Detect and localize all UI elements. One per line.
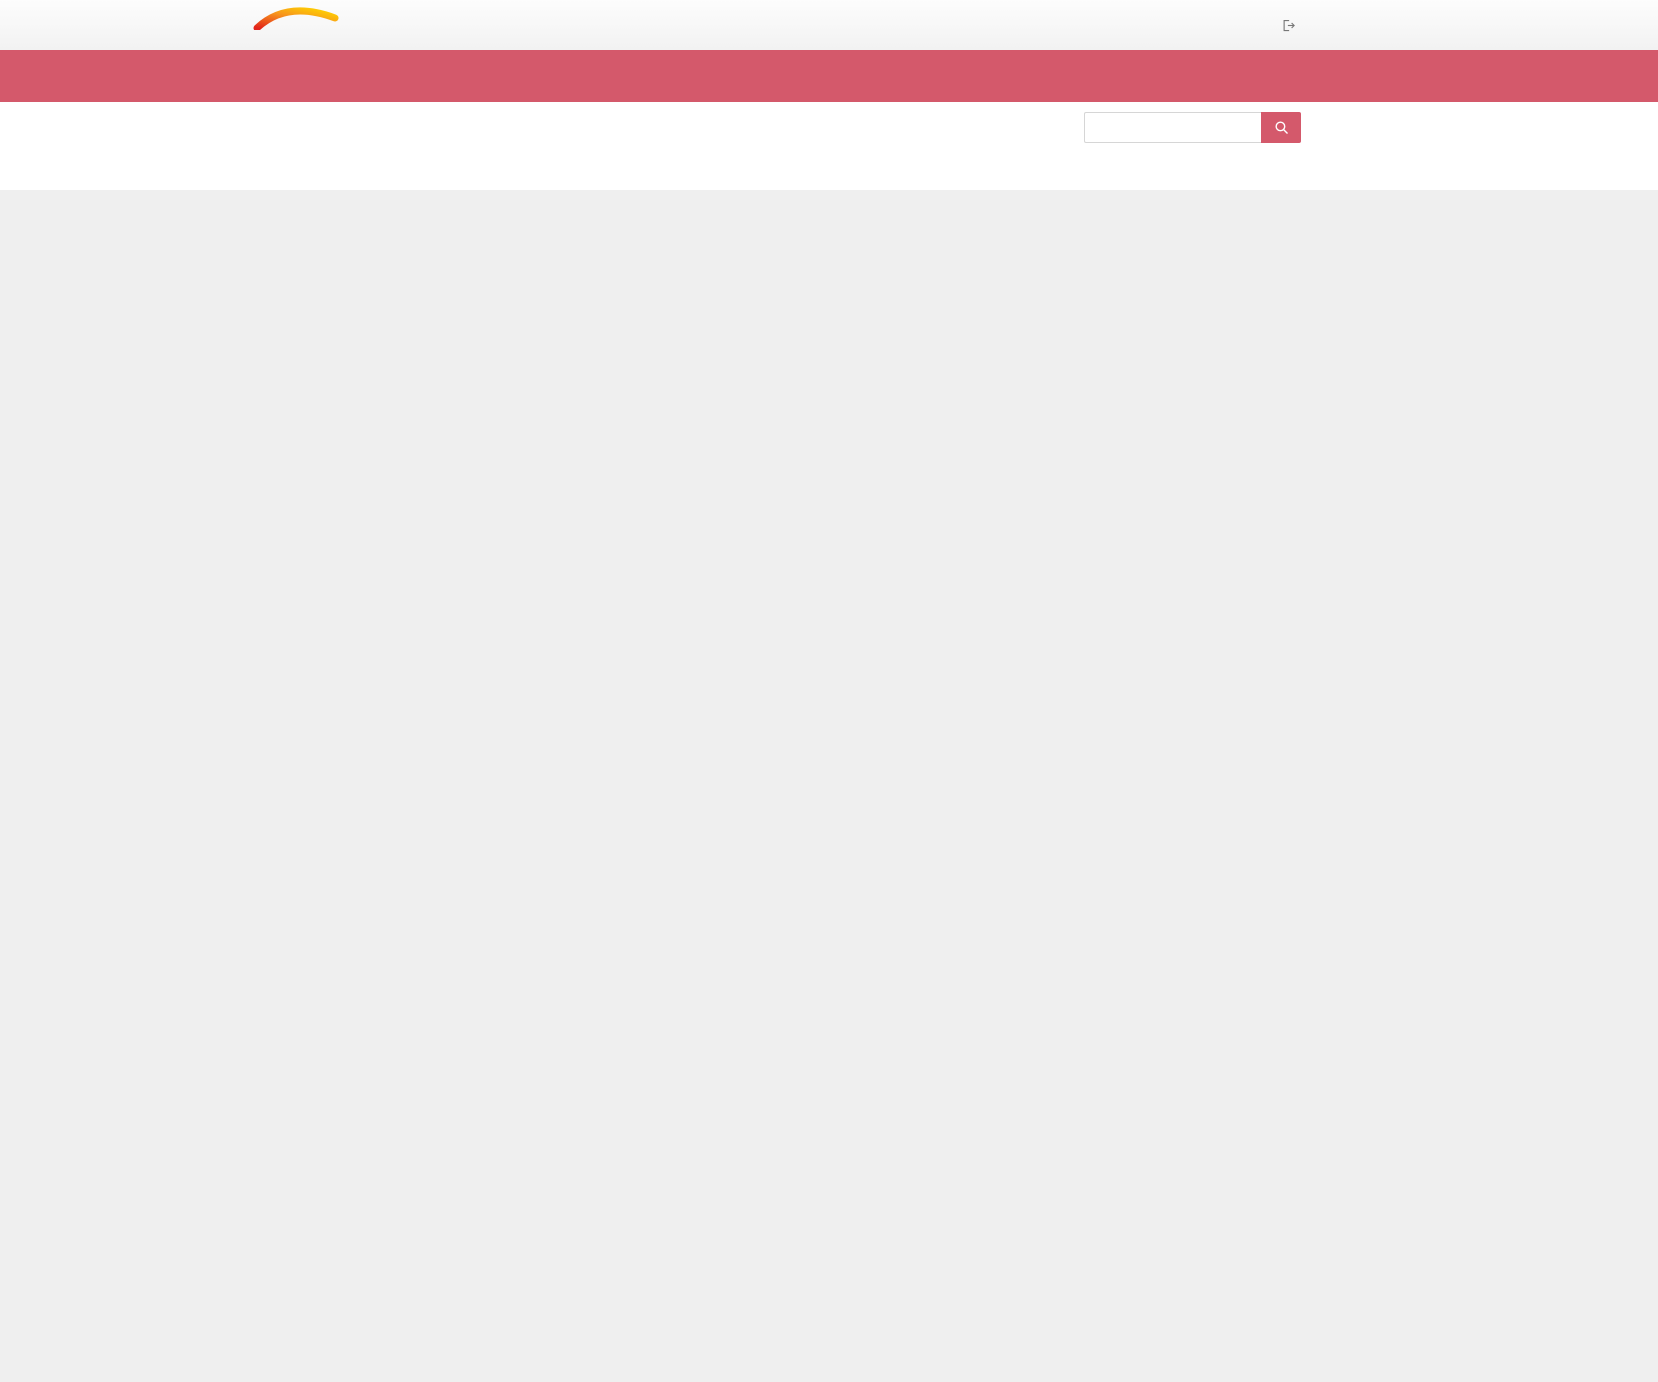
- search-button[interactable]: [1261, 112, 1301, 143]
- search-input[interactable]: [1084, 112, 1261, 143]
- filters: [257, 152, 1301, 190]
- search-box: [1084, 112, 1301, 143]
- page: [0, 0, 1658, 1382]
- topbar-links: [1215, 18, 1301, 33]
- main-area: [0, 190, 1658, 322]
- logout-button[interactable]: [1281, 18, 1301, 33]
- logout-icon: [1281, 18, 1296, 33]
- main-nav: [0, 50, 1658, 102]
- search-icon: [1273, 119, 1290, 136]
- logo-arc-icon: [253, 4, 339, 30]
- subheader: [0, 102, 1658, 190]
- topbar: [0, 0, 1658, 50]
